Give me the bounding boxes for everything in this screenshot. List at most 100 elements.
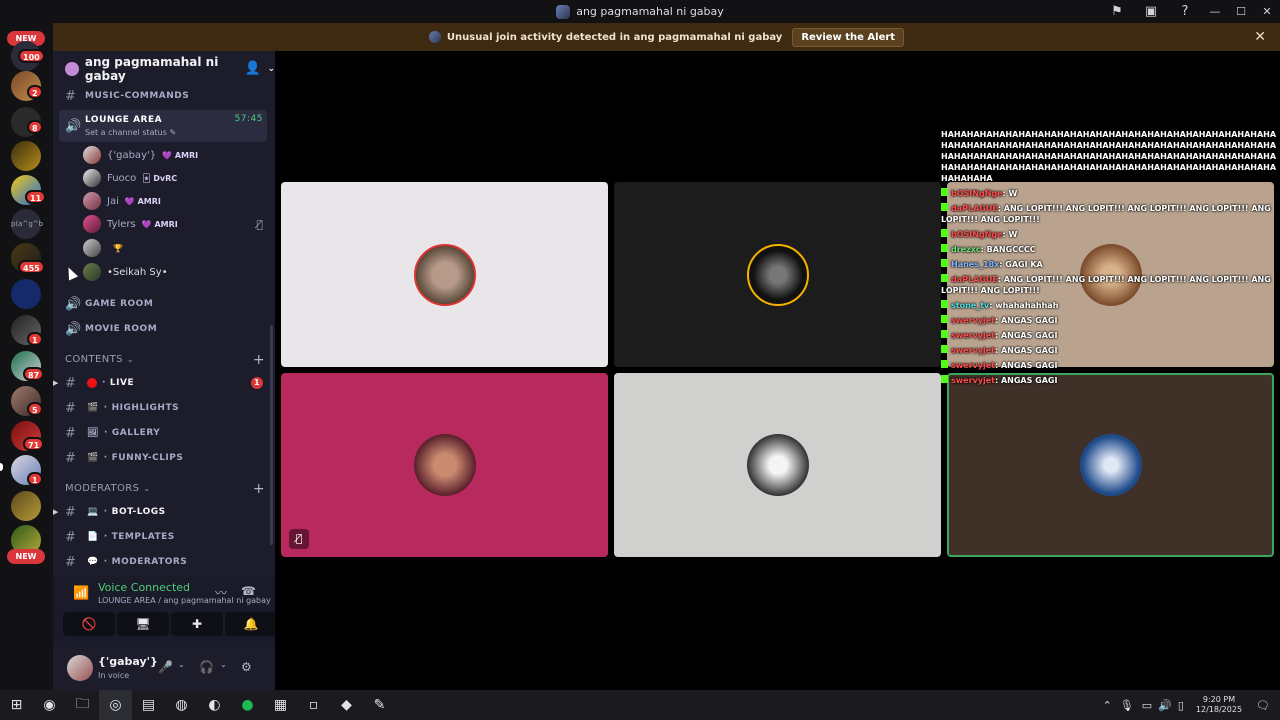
microphone-icon[interactable]: 🎤 [158, 660, 173, 674]
review-alert-button[interactable]: Review the Alert [792, 27, 905, 47]
voice-user-name: {'gabay'} [107, 149, 157, 161]
inbox-icon[interactable]: ▣ [1134, 4, 1168, 19]
add-channel-icon[interactable]: + [253, 352, 265, 368]
obs-icon[interactable]: ◐ [198, 690, 231, 720]
platform-badge-icon [941, 300, 948, 308]
app-icon[interactable]: ▫ [297, 690, 330, 720]
channel-game-room[interactable]: 🔊 GAME ROOM [53, 296, 275, 312]
app-icon[interactable]: ◆ [330, 690, 363, 720]
participant-tile-speaking[interactable] [947, 373, 1274, 557]
app-icon[interactable]: ▦ [264, 690, 297, 720]
taskbar-clock[interactable]: 9:20 PM 12/18/2025 [1196, 695, 1242, 715]
invite-people-icon[interactable]: 👤 [245, 61, 261, 76]
network-icon[interactable]: ▭ [1142, 699, 1152, 712]
voice-user[interactable]: Jai 💜 AMRI [83, 190, 263, 212]
voice-connected-title[interactable]: Voice Connected [98, 581, 190, 594]
channel-label: GALLERY [111, 428, 161, 438]
soundboard-button[interactable]: 🔔 [225, 612, 277, 636]
server-icon[interactable] [11, 491, 41, 521]
pencil-icon[interactable]: ✎ [169, 128, 176, 137]
chat-username: stone_tv [951, 301, 990, 310]
channel-movie-room[interactable]: 🔊 MOVIE ROOM [53, 321, 275, 337]
settings-gear-icon[interactable]: ⚙ [241, 660, 252, 674]
discord-icon[interactable]: ◎ [99, 690, 132, 720]
channel-moderators[interactable]: # 💬 · MODERATORS [53, 554, 275, 570]
close-window-button[interactable]: ✕ [1254, 5, 1280, 18]
signal-icon[interactable]: 📶 [73, 586, 89, 601]
spotify-icon[interactable]: ● [231, 690, 264, 720]
user-tag: 💜 AMRI [141, 219, 178, 229]
voice-user[interactable]: •Seikah Sy• [83, 261, 263, 283]
volume-icon[interactable]: 🔊 [1158, 699, 1172, 712]
chat-username: swervyjet [951, 346, 995, 355]
participant-tile[interactable]: 🎙̸ [281, 373, 608, 557]
channel-lounge-area[interactable]: 🔊 LOUNGE AREA Set a channel status ✎ 57:… [59, 110, 267, 142]
category-moderators[interactable]: MODERATORS ⌄ + [65, 481, 265, 497]
sidebar-scrollbar[interactable] [270, 325, 273, 545]
noise-suppression-icon[interactable]: 〰 [215, 584, 227, 601]
chat-message: swervyjet: ANGAS GAGI [941, 330, 1280, 341]
app-icon[interactable]: ▤ [132, 690, 165, 720]
voice-channel-icon: 🔊 [65, 296, 82, 312]
server-icon-text[interactable]: p(a^g^b [11, 209, 43, 239]
flag-icon[interactable]: ⚑ [1100, 4, 1134, 19]
system-tray: ⌃ 🎙 ▭ 🔊 ▯ 9:20 PM 12/18/2025 🗨 [1103, 690, 1280, 720]
channel-funny-clips[interactable]: # 🎬 · FUNNY-CLIPS [53, 450, 275, 466]
microphone-icon[interactable]: 🎙 [1120, 699, 1134, 712]
laptop-icon: 💻 [87, 507, 99, 517]
channel-label: GAME ROOM [85, 299, 154, 309]
server-icon[interactable] [11, 279, 41, 309]
document-icon: 📄 [87, 532, 99, 542]
unread-badge: 8 [27, 120, 43, 134]
close-alert-icon[interactable]: ✕ [1254, 29, 1266, 45]
avatar [83, 263, 101, 281]
chevron-down-icon[interactable]: ⌄ [220, 660, 227, 669]
participant-tile[interactable] [281, 182, 608, 367]
channel-highlights[interactable]: # 🎬 · HIGHLIGHTS [53, 400, 275, 416]
user-status: In voice [98, 671, 130, 680]
chrome-icon[interactable]: ◉ [33, 690, 66, 720]
add-channel-icon[interactable]: + [253, 481, 265, 497]
camera-off-button[interactable]: 🚫 [63, 612, 115, 636]
voice-user[interactable]: {'gabay'} 💜 AMRI [83, 144, 263, 166]
server-alert-icon [428, 31, 441, 43]
channel-gallery[interactable]: # 🖼 · GALLERY [53, 425, 275, 441]
chat-text: : ANGAS GAGI [994, 361, 1058, 370]
notifications-icon[interactable]: 🗨 [1256, 699, 1270, 712]
activities-button[interactable]: ✚ [171, 612, 223, 636]
voice-user[interactable]: Tylers 💜 AMRI 🎙̸ [83, 213, 263, 235]
channel-live[interactable]: ▶ # · LIVE 1 [53, 375, 275, 391]
channel-status[interactable]: Set a channel status [85, 128, 167, 137]
headphones-icon[interactable]: 🎧 [199, 660, 214, 674]
avatar[interactable] [67, 655, 93, 681]
user-name[interactable]: {'gabay'} [98, 655, 158, 668]
channel-music-commands[interactable]: # MUSIC-COMMANDS [53, 89, 275, 104]
channel-templates[interactable]: # 📄 · TEMPLATES [53, 529, 275, 545]
app-icon[interactable]: ✎ [363, 690, 396, 720]
voice-user[interactable]: Fuoco 🃏 DvRC [83, 167, 263, 189]
maximize-button[interactable]: ☐ [1228, 5, 1254, 18]
firefox-icon[interactable]: ◍ [165, 690, 198, 720]
voice-user[interactable]: 🏆 [83, 237, 263, 259]
battery-icon[interactable]: ▯ [1178, 699, 1184, 712]
chat-username: drezxc [951, 245, 981, 254]
participant-tile[interactable] [614, 182, 941, 367]
screen-share-button[interactable]: 🖥 [117, 612, 169, 636]
server-icon[interactable] [11, 141, 41, 171]
chat-message: swervyjet: ANGAS GAGI [941, 345, 1280, 356]
disconnect-icon[interactable]: ☎ [241, 584, 256, 598]
chevron-up-icon[interactable]: ⌃ [1103, 699, 1112, 712]
participant-tile[interactable] [614, 373, 941, 557]
windows-start-icon[interactable]: ⊞ [0, 690, 33, 720]
chat-message: swervyjet: ANGAS GAGI [941, 360, 1280, 371]
chat-message: drezxc: BANGCCCC [941, 244, 1280, 255]
voice-user-name: •Seikah Sy• [107, 266, 168, 278]
help-icon[interactable]: ? [1168, 4, 1202, 19]
chevron-down-icon[interactable]: ⌄ [178, 660, 185, 669]
minimize-button[interactable]: — [1202, 5, 1228, 18]
category-contents[interactable]: CONTENTS ⌄ + [65, 352, 265, 368]
file-explorer-icon[interactable]: 🗀 [66, 690, 99, 720]
unread-badge: 87 [23, 367, 45, 381]
channel-bot-logs[interactable]: ▶ # 💻 · BOT-LOGS [53, 504, 275, 520]
server-header[interactable]: ang pagmamahal ni gabay ⌄ 👤 [53, 51, 275, 87]
